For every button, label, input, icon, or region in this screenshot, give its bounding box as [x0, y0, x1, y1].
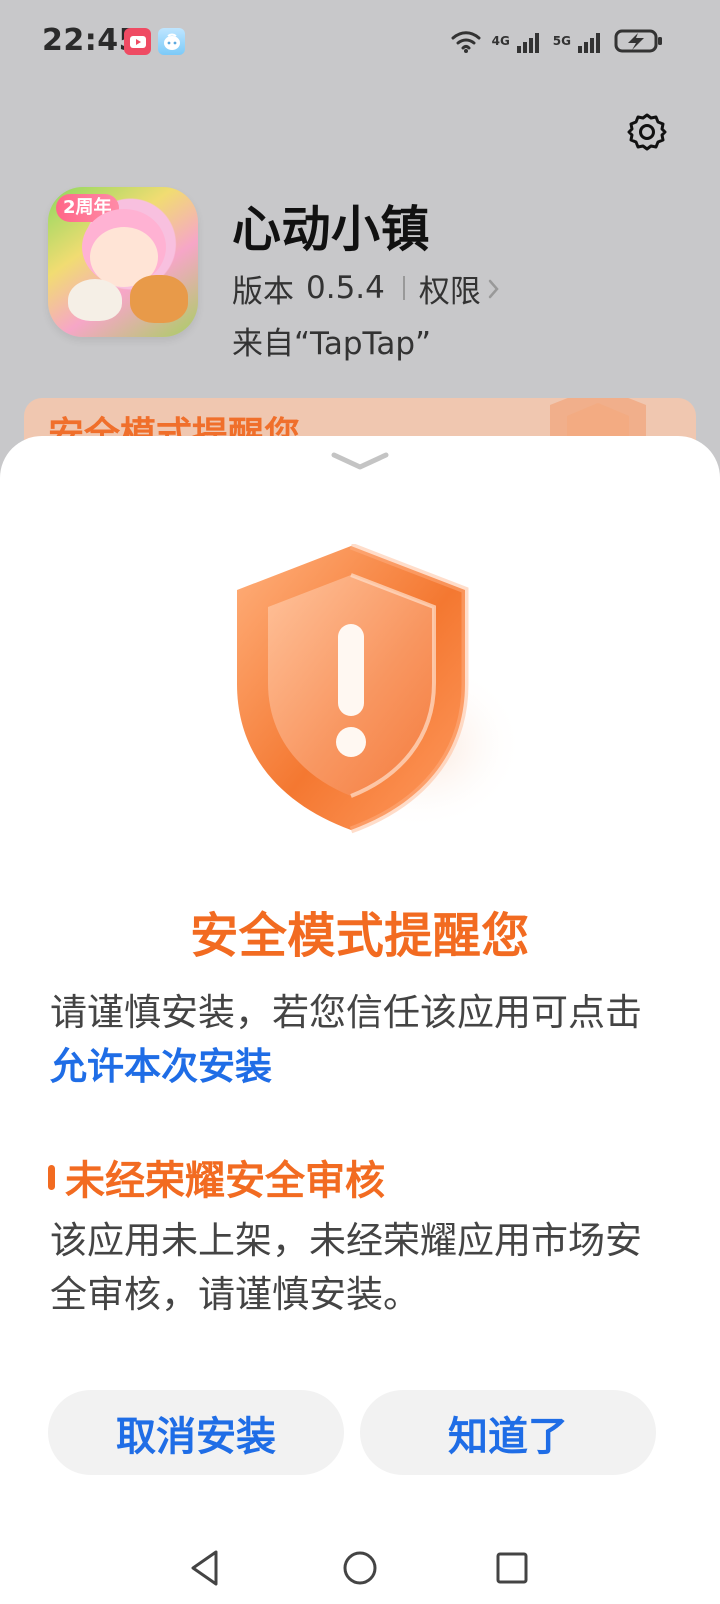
warning-message-text: 请谨慎安装，若您信任该应用可点击	[50, 991, 642, 1034]
navigation-bar	[0, 1530, 720, 1604]
chevron-right-icon	[488, 279, 499, 299]
dog-art	[130, 275, 188, 323]
charging-battery-icon	[614, 29, 662, 53]
recent-apps-button[interactable]	[488, 1544, 536, 1592]
version-permissions-row: 版本 0.5.4 权限	[232, 266, 501, 311]
installation-warning-sheet: 安全模式提醒您 请谨慎安装，若您信任该应用可点击允许本次安装 未经荣耀安全审核 …	[0, 436, 720, 1604]
back-icon	[191, 1550, 218, 1586]
got-it-button[interactable]: 知道了	[360, 1390, 656, 1475]
security-review-title: 未经荣耀安全审核	[65, 1158, 385, 1204]
app-name: 心动小镇	[232, 201, 431, 258]
chevron-down-icon[interactable]	[330, 450, 390, 472]
dialog-title: 安全模式提醒您	[190, 908, 530, 964]
settings-button[interactable]	[626, 111, 668, 153]
security-review-heading: 未经荣耀安全审核	[48, 1152, 385, 1204]
permissions-label: 权限	[418, 273, 481, 310]
network-4g-label: 4G	[491, 34, 510, 48]
signal-4g-icon	[516, 32, 539, 53]
source-text: 来自“TapTap”	[232, 326, 432, 362]
back-button[interactable]	[181, 1544, 229, 1592]
recent-apps-icon	[496, 1552, 528, 1584]
play-app-icon	[124, 28, 151, 55]
system-status-icons: 4G 5G	[450, 25, 664, 57]
cat-art	[68, 279, 122, 321]
status-bar: 22:45 4G 5G	[0, 0, 720, 88]
wifi-icon	[451, 30, 481, 53]
version-divider	[402, 276, 405, 300]
home-icon	[343, 1551, 377, 1585]
face-app-icon	[158, 28, 185, 55]
cancel-install-button[interactable]: 取消安装	[48, 1390, 344, 1475]
network-5g-label: 5G	[552, 34, 571, 48]
home-button[interactable]	[336, 1544, 384, 1592]
anniversary-badge: 2周年	[56, 194, 119, 222]
version-label: 版本	[232, 273, 294, 310]
section-accent-bar	[48, 1164, 55, 1190]
signal-5g-icon	[578, 32, 600, 53]
version-value: 0.5.4	[306, 270, 385, 306]
gear-icon	[627, 113, 667, 151]
allow-install-link[interactable]: 允许本次安装	[50, 1045, 272, 1088]
warning-shield-icon	[237, 544, 524, 834]
security-review-description: 该应用未上架，未经荣耀应用市场安全审核，请谨慎安装。	[50, 1219, 642, 1316]
warning-message: 请谨慎安装，若您信任该应用可点击允许本次安装	[50, 986, 670, 1094]
permissions-link[interactable]: 权限	[419, 266, 501, 311]
app-icon: 2周年	[48, 187, 198, 337]
